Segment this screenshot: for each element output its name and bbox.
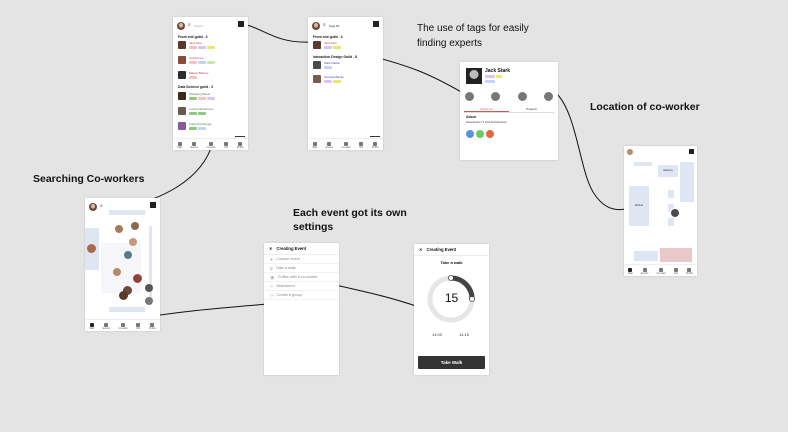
notification-icon[interactable] <box>689 149 694 154</box>
list-item[interactable]: Jane Doe <box>313 41 341 49</box>
avatar[interactable] <box>312 21 320 30</box>
group-title: Interaction Design Guild - 8 <box>313 55 358 59</box>
caption-searching: Searching Co-workers <box>33 173 145 185</box>
skill-icon <box>476 130 484 138</box>
event-option[interactable]: ☼ Brainstorm <box>264 282 339 291</box>
list-item[interactable]: Ludwig Beethoven <box>178 107 214 115</box>
zone-label: Worker <box>634 204 644 207</box>
nav-map[interactable]: Map <box>312 141 317 149</box>
end-time: 14:15 <box>459 332 470 337</box>
design-canvas: The use of tags for easily finding exper… <box>0 0 788 432</box>
coworker-pin[interactable] <box>670 208 680 218</box>
list-item[interactable]: Georgia Banks <box>313 75 344 83</box>
list-item[interactable]: Frederick Dengis <box>178 122 212 130</box>
profile-name: Jack Stark <box>485 68 511 74</box>
avatar[interactable] <box>89 202 97 211</box>
event-option[interactable]: ⚇ Create a group <box>264 291 339 300</box>
nav-info[interactable]: Info <box>673 267 678 275</box>
layers-icon[interactable] <box>145 297 153 305</box>
profile-card: Jack Stark About me Projects About Opera… <box>460 62 558 160</box>
caption-event-line2: settings <box>293 221 334 233</box>
bottom-nav: Map Events Co-work Info Profile <box>173 138 248 150</box>
search-bar[interactable]: ⌕ Tags 50 <box>312 21 379 30</box>
nav-profile[interactable]: Profile <box>149 322 156 330</box>
phone-guild-list: ⌕ Search Front end guild - 3 Jane Doe Ar… <box>173 17 248 150</box>
nav-info[interactable]: Info <box>359 141 364 149</box>
event-header: ✕ Creating Event <box>264 243 339 255</box>
nav-profile[interactable]: Profile <box>686 267 693 275</box>
list-item[interactable]: Jane Doe <box>178 41 215 49</box>
search-input[interactable]: Tags 50 <box>329 24 340 28</box>
nav-cowork[interactable]: Co-work <box>207 141 216 149</box>
take-walk-button[interactable]: Take Walk <box>418 356 485 369</box>
nav-map[interactable]: Map <box>89 322 94 330</box>
location-icon[interactable] <box>517 92 527 101</box>
about-title: About <box>466 115 476 119</box>
phone-event-list: ✕ Creating Event ✦ Custom event ⚲ Take a w… <box>264 243 339 375</box>
nav-cowork[interactable]: Co-work <box>657 267 666 275</box>
group-title: Data Science guild - 3 <box>178 85 214 89</box>
skill-icon <box>486 130 494 138</box>
nav-map[interactable]: Map <box>177 141 182 149</box>
notification-icon[interactable] <box>373 21 379 27</box>
close-icon[interactable]: ✕ <box>419 247 423 252</box>
locate-icon[interactable] <box>145 284 153 292</box>
notification-icon[interactable] <box>238 21 244 27</box>
search-icon: ⌕ <box>188 22 191 28</box>
start-time: 14:00 <box>432 332 443 337</box>
profile-photo <box>466 68 482 84</box>
nav-events[interactable]: Events <box>641 267 648 275</box>
event-header: ✕ Creating Event <box>414 244 489 256</box>
nav-events[interactable]: Events <box>191 141 198 149</box>
nav-info[interactable]: Info <box>224 141 229 149</box>
list-item[interactable]: Wolfgang Bauer <box>178 92 215 100</box>
list-item[interactable]: Arnold Lee <box>178 56 215 64</box>
phone-floor-map: Meeting Worker Map Events Co-work Info P… <box>624 146 697 276</box>
nav-events[interactable]: Events <box>326 141 333 149</box>
event-option[interactable]: ✦ Custom event <box>264 255 339 264</box>
avatar[interactable] <box>627 149 633 155</box>
bottom-nav: Map Events Co-work Info Profile <box>308 138 383 150</box>
nav-profile[interactable]: Profile <box>372 141 379 149</box>
nav-profile[interactable]: Profile <box>237 141 244 149</box>
bottom-nav: Map Events Co-work Info Profile <box>624 264 697 276</box>
nav-map[interactable]: Map <box>628 267 633 275</box>
search-icon: ⌕ <box>323 22 326 28</box>
close-icon[interactable]: ✕ <box>269 246 273 251</box>
room-label: Meeting <box>663 169 673 172</box>
avatar[interactable] <box>177 21 185 30</box>
tab-about[interactable]: About me <box>464 107 509 112</box>
list-item[interactable]: Marcel Barney <box>178 71 208 79</box>
bottom-nav: Map Events Co-work Info Profile <box>85 319 160 331</box>
nav-info[interactable]: Info <box>136 322 141 330</box>
tab-projects[interactable]: Projects <box>509 107 554 112</box>
skill-icon <box>466 130 474 138</box>
nav-cowork[interactable]: Co-work <box>119 322 128 330</box>
phone-map-search: ⌕ Map Events Co-work Info Profile <box>85 198 160 331</box>
calendar-icon[interactable] <box>543 92 553 101</box>
chat-icon[interactable] <box>491 92 501 101</box>
group-title: Front end guild - 3 <box>178 35 208 39</box>
nav-cowork[interactable]: Co-work <box>342 141 351 149</box>
list-item[interactable]: Mark Dalton <box>313 61 340 69</box>
caption-tags-line2: finding experts <box>417 38 483 49</box>
group-title: Front end guild - 3 <box>313 35 343 39</box>
phone-take-walk: ✕ Creating Event Take a walk 15 14:00 14… <box>414 244 489 375</box>
caption-event: Each event got its own <box>293 207 407 219</box>
search-bar[interactable]: ⌕ Search <box>177 21 244 30</box>
event-option[interactable]: ☕ Coffee with a co-worker <box>264 273 339 282</box>
caption-tags: The use of tags for easily <box>417 23 529 34</box>
about-text: Operations IT and Architecture <box>466 120 507 124</box>
call-icon[interactable] <box>465 92 474 101</box>
walk-subtitle: Take a walk <box>440 260 463 265</box>
search-icon: ⌕ <box>100 203 103 209</box>
caption-location: Location of co-worker <box>590 101 700 113</box>
event-option[interactable]: ⚲ Take a walk <box>264 264 339 273</box>
duration-value: 15 <box>444 291 459 305</box>
phone-tag-search: ⌕ Tags 50 Front end guild - 3 Jane Doe I… <box>308 17 383 150</box>
notification-icon[interactable] <box>150 202 156 208</box>
nav-events[interactable]: Events <box>103 322 110 330</box>
